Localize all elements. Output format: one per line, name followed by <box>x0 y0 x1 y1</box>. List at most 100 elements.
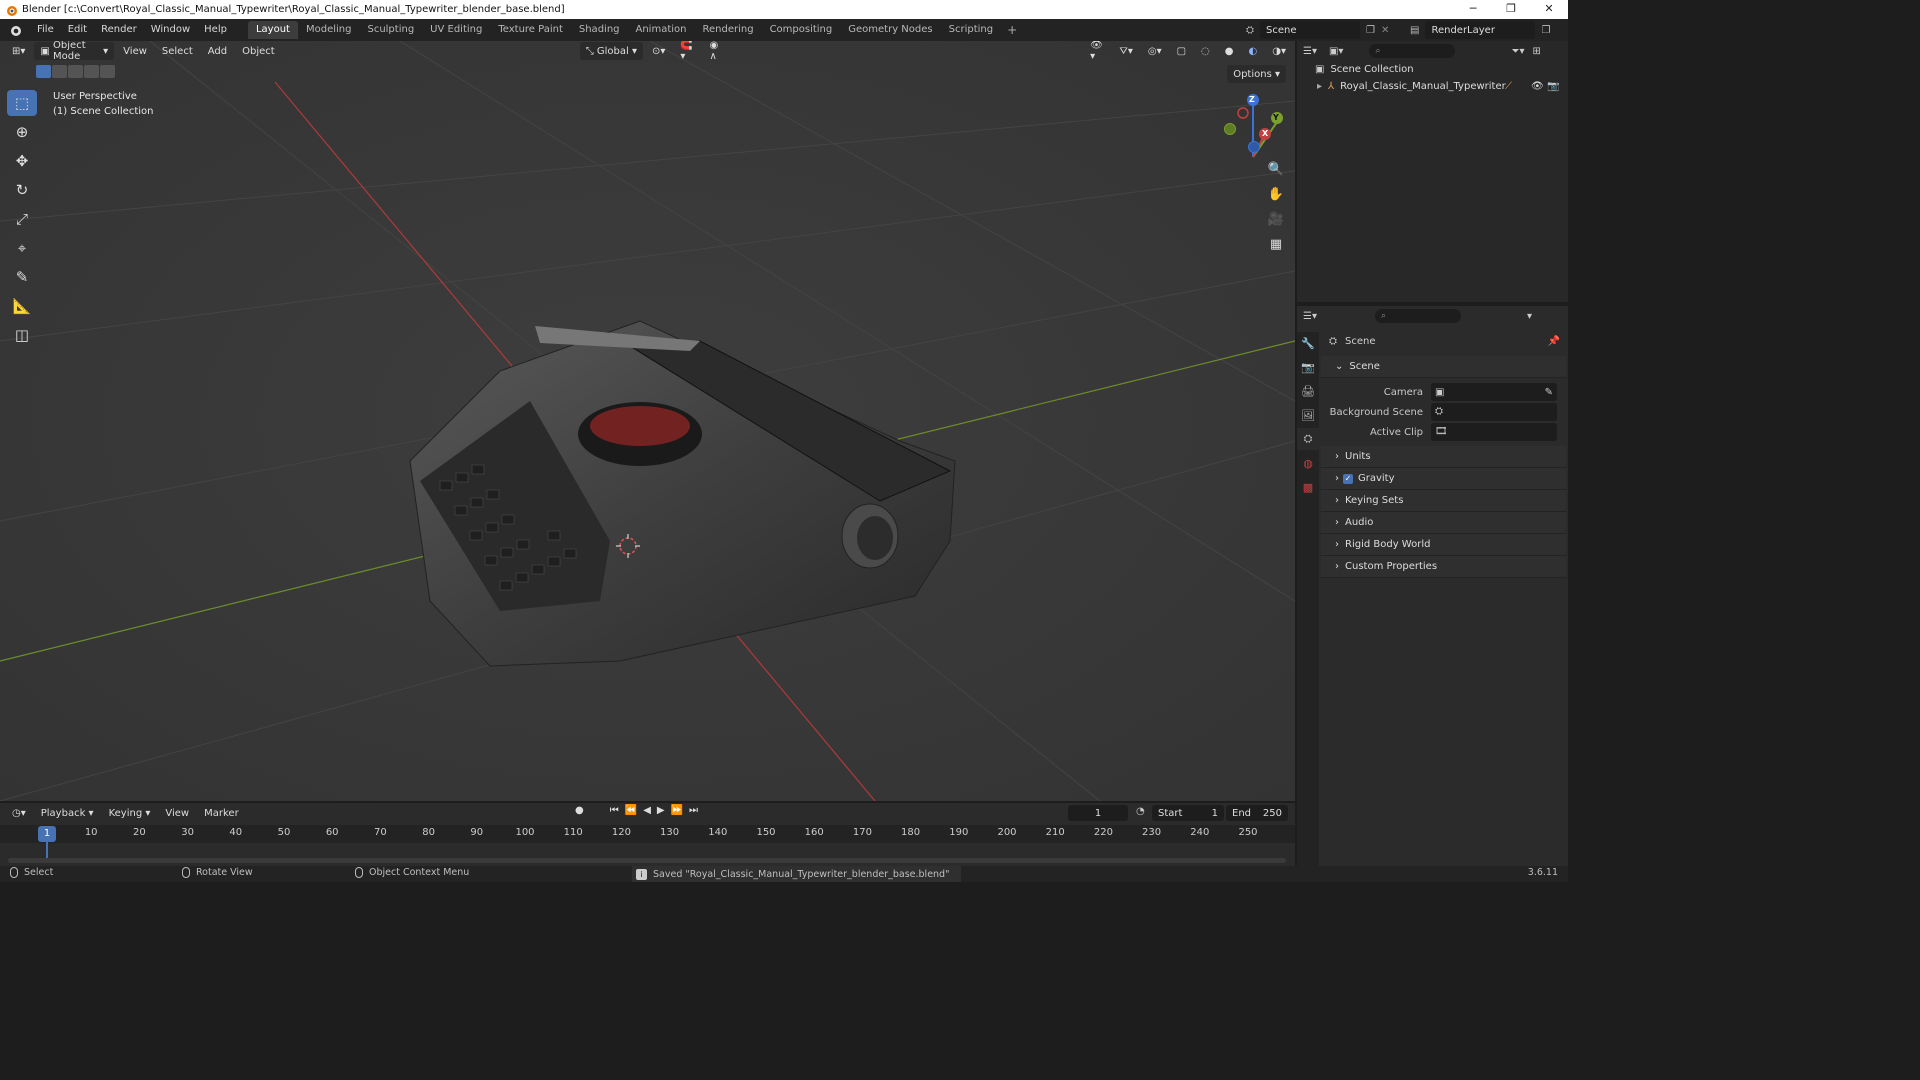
viewlayer-name-field[interactable]: RenderLayer <box>1425 21 1536 39</box>
tab-layout[interactable]: Layout <box>247 21 298 39</box>
tab-rendering[interactable]: Rendering <box>694 21 761 39</box>
menu-window[interactable]: Window <box>144 19 197 41</box>
ortho-grid-icon[interactable]: ▦ <box>1264 232 1288 256</box>
tool-tab-icon[interactable]: 🔧 <box>1297 332 1319 354</box>
expand-arrow-icon[interactable]: ▸ <box>1317 81 1322 92</box>
add-cube-tool-icon[interactable]: ◫ <box>7 322 37 348</box>
outliner-search-input[interactable]: ⌕ <box>1369 44 1456 58</box>
frame-ruler[interactable]: 1 10 20 30 40 50 60 70 80 90 100 110 120 130 140 150 160… <box>0 825 1295 861</box>
properties-options-icon[interactable]: ▾ <box>1527 311 1532 322</box>
select-subtract-icon[interactable] <box>68 65 83 78</box>
active-clip-field[interactable]: 🎞 <box>1431 423 1557 441</box>
timeline-view-menu[interactable]: View <box>159 804 195 822</box>
outliner-root[interactable]: ▣ Scene Collection <box>1297 61 1568 78</box>
tab-animation[interactable]: Animation <box>628 21 695 39</box>
menu-object[interactable]: Object <box>236 42 281 60</box>
menu-render[interactable]: Render <box>94 19 144 41</box>
shading-material-icon[interactable]: ◐ <box>1243 42 1264 60</box>
eyedropper-icon[interactable]: ✎ <box>1545 387 1553 398</box>
tab-scripting[interactable]: Scripting <box>941 21 1001 39</box>
transform-tool-icon[interactable]: ⌖ <box>7 235 37 261</box>
zoom-icon[interactable]: 🔍 <box>1264 157 1288 181</box>
play-icon[interactable]: ▶ <box>657 805 665 816</box>
keying-sets-panel-header[interactable]: › Keying Sets <box>1321 490 1566 512</box>
xray-icon[interactable]: ▢ <box>1171 42 1192 60</box>
background-scene-field[interactable]: ⛭ <box>1431 403 1557 421</box>
options-dropdown[interactable]: Options ▾ <box>1227 65 1286 83</box>
overlay-toggle-icon[interactable]: ◎▾ <box>1142 42 1168 60</box>
jump-end-icon[interactable]: ⏭ <box>689 805 698 816</box>
select-extend-icon[interactable] <box>52 65 67 78</box>
tab-geometry-nodes[interactable]: Geometry Nodes <box>840 21 940 39</box>
mode-dropdown[interactable]: ▣ Object Mode ▾ <box>34 41 115 62</box>
preview-range-icon[interactable]: ◔ <box>1136 806 1145 817</box>
outliner-editor-type-icon[interactable]: ☰▾ <box>1303 46 1317 57</box>
record-icon[interactable]: ● <box>575 805 584 816</box>
tab-compositing[interactable]: Compositing <box>762 21 841 39</box>
units-panel-header[interactable]: › Units <box>1321 446 1566 468</box>
measure-tool-icon[interactable]: 📐 <box>7 293 37 319</box>
jump-start-icon[interactable]: ⏮ <box>610 805 619 816</box>
marker-menu[interactable]: Marker <box>198 804 245 822</box>
keying-menu[interactable]: Keying ▾ <box>103 804 157 822</box>
camera-field[interactable]: ▣ ✎ <box>1431 383 1557 401</box>
shading-solid-icon[interactable]: ● <box>1219 42 1240 60</box>
timeline-editor-type-icon[interactable]: ◷▾ <box>6 804 32 822</box>
tab-shading[interactable]: Shading <box>571 21 628 39</box>
outliner-item[interactable]: ▸ ⅄ Royal_Classic_Manual_Typewriter ⟋ 👁 … <box>1297 78 1568 95</box>
blender-menu-icon[interactable] <box>8 23 22 37</box>
current-frame-field[interactable]: 1 <box>1068 805 1128 821</box>
select-intersect-icon[interactable] <box>100 65 115 78</box>
prev-keyframe-icon[interactable]: ⏪ <box>625 805 637 816</box>
menu-view[interactable]: View <box>117 42 153 60</box>
new-scene-icon[interactable]: ❐ <box>1366 25 1375 36</box>
add-workspace-button[interactable]: + <box>1001 23 1023 37</box>
select-new-icon[interactable] <box>36 65 51 78</box>
scene-selector[interactable]: ⛭ Scene ❐ ✕ <box>1246 21 1402 39</box>
menu-edit[interactable]: Edit <box>61 19 94 41</box>
viewlayer-tab-icon[interactable]: 🖼 <box>1297 404 1319 426</box>
move-tool-icon[interactable]: ✥ <box>7 148 37 174</box>
shading-wireframe-icon[interactable]: ◌ <box>1195 42 1216 60</box>
texture-tab-icon[interactable]: ▩ <box>1297 476 1319 498</box>
properties-search-input[interactable]: ⌕ <box>1374 309 1461 323</box>
viewlayer-selector[interactable]: ▤ RenderLayer ❐ <box>1410 21 1566 39</box>
custom-properties-panel-header[interactable]: › Custom Properties <box>1321 556 1566 578</box>
shading-rendered-icon[interactable]: ◑▾ <box>1266 42 1292 60</box>
scale-tool-icon[interactable]: ⤢ <box>7 206 37 232</box>
delete-scene-icon[interactable]: ✕ <box>1381 25 1389 36</box>
start-frame-field[interactable]: Start 1 <box>1152 805 1224 821</box>
rigid-body-world-panel-header[interactable]: › Rigid Body World <box>1321 534 1566 556</box>
play-reverse-icon[interactable]: ◀ <box>643 805 651 816</box>
editor-type-button[interactable]: ⊞▾ <box>6 42 31 60</box>
filter-icon[interactable]: ⏷▾ <box>1511 46 1524 57</box>
snap-icon[interactable]: 🧲▾ <box>674 41 700 62</box>
proportional-edit-icon[interactable]: ◉ ∧ <box>704 41 732 62</box>
scene-name-field[interactable]: Scene <box>1260 21 1360 39</box>
gravity-panel-header[interactable]: › ✓ Gravity <box>1321 468 1566 490</box>
rotate-tool-icon[interactable]: ↻ <box>7 177 37 203</box>
pan-hand-icon[interactable]: ✋ <box>1264 182 1288 206</box>
new-collection-icon[interactable]: ⊞ <box>1532 46 1540 57</box>
status-report[interactable]: i Saved "Royal_Classic_Manual_Typewriter_… <box>632 866 962 882</box>
menu-add[interactable]: Add <box>202 42 233 60</box>
scene-section-header[interactable]: ⌄ Scene <box>1321 356 1566 378</box>
pin-icon[interactable]: 📌 <box>1548 336 1560 347</box>
end-frame-field[interactable]: End 250 <box>1226 805 1288 821</box>
current-frame-indicator[interactable]: 1 <box>38 826 56 842</box>
playback-menu[interactable]: Playback ▾ <box>35 804 100 822</box>
world-tab-icon[interactable]: ◍ <box>1297 452 1319 474</box>
close-button[interactable]: ✕ <box>1530 0 1568 19</box>
select-box-tool-icon[interactable]: ⬚ <box>7 90 37 116</box>
transform-orientation-dropdown[interactable]: ⤡ Global ▾ <box>579 42 644 60</box>
output-tab-icon[interactable]: 🖨 <box>1297 380 1319 402</box>
scene-tab-icon[interactable]: ⛭ <box>1297 428 1319 450</box>
minimize-button[interactable]: ─ <box>1454 0 1492 19</box>
gizmo-toggle-icon[interactable]: ⛛▾ <box>1113 42 1138 60</box>
pivot-point-icon[interactable]: ⊙▾ <box>646 42 671 60</box>
render-camera-icon[interactable]: 📷 <box>1547 81 1559 92</box>
properties-editor-type-icon[interactable]: ☰▾ <box>1303 311 1317 322</box>
camera-view-icon[interactable]: 🎥 <box>1264 207 1288 231</box>
next-keyframe-icon[interactable]: ⏩ <box>671 805 683 816</box>
render-tab-icon[interactable]: 📷 <box>1297 356 1319 378</box>
